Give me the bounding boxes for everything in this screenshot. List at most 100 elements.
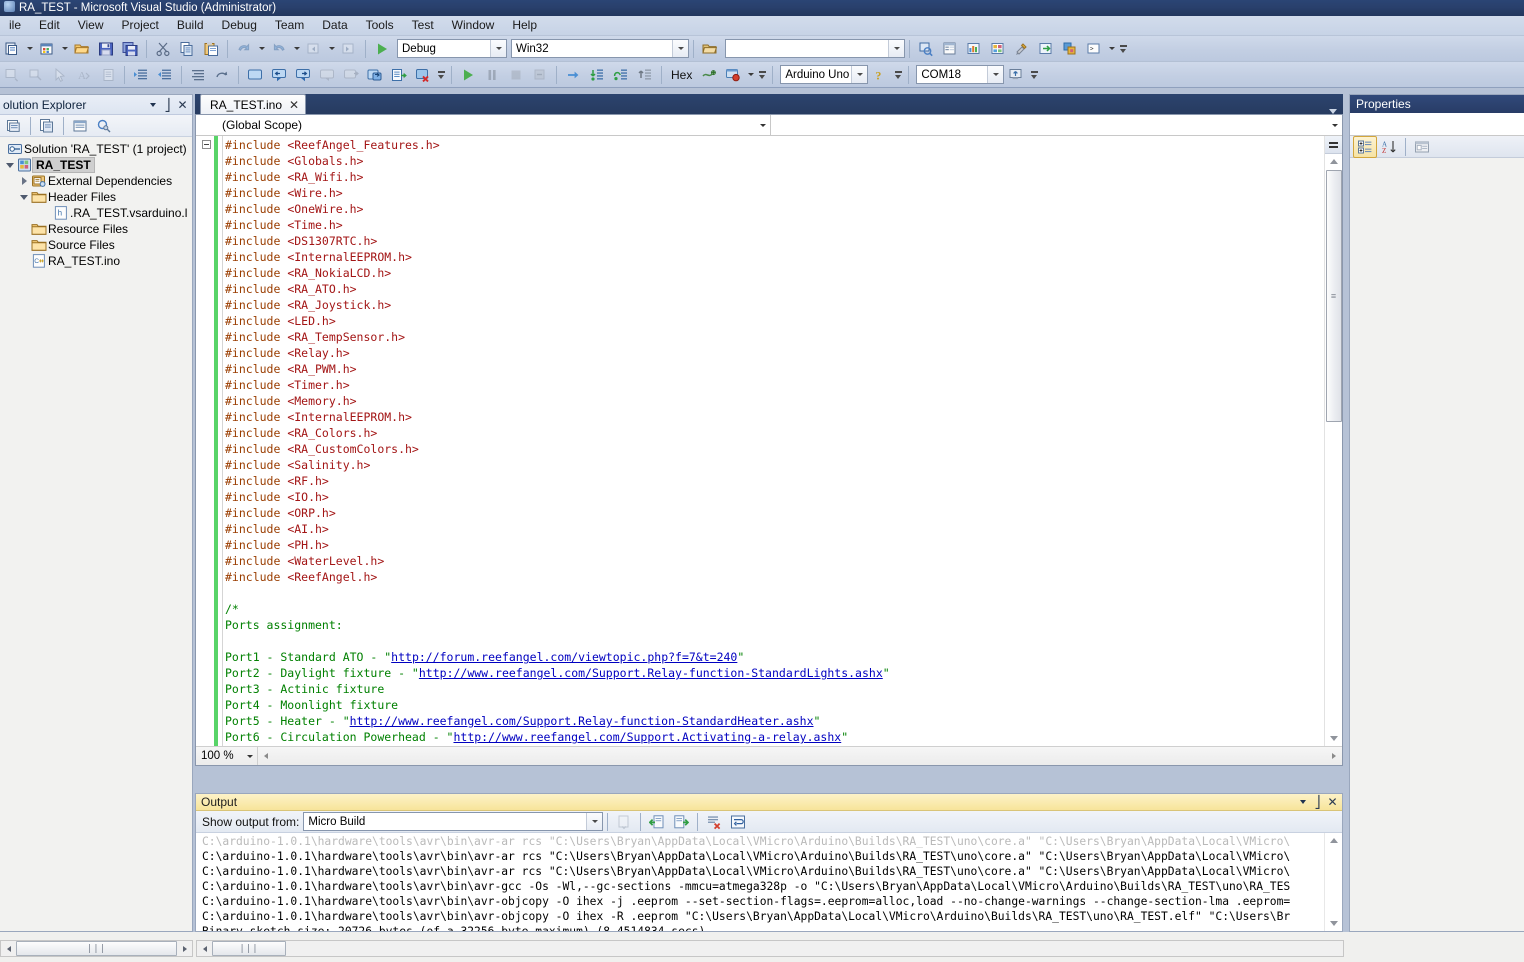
tooltip-left-icon[interactable] bbox=[267, 63, 291, 87]
step-over-icon[interactable] bbox=[609, 63, 633, 87]
board-combo[interactable]: Arduino Uno bbox=[780, 65, 868, 84]
code-token[interactable]: http://www.reefangel.com/Support.Activat… bbox=[453, 730, 841, 744]
step-out-icon[interactable] bbox=[633, 63, 657, 87]
scroll-thumb[interactable]: ||| bbox=[16, 941, 177, 956]
menu-data[interactable]: Data bbox=[313, 16, 356, 35]
chevron-down-icon[interactable] bbox=[1295, 794, 1310, 810]
expander-right-icon[interactable] bbox=[18, 174, 30, 188]
navigate-backward-dropdown-icon[interactable] bbox=[326, 39, 337, 59]
chevron-down-icon[interactable] bbox=[888, 40, 904, 57]
tooltip-gray-icon[interactable] bbox=[315, 63, 339, 87]
chevron-down-icon[interactable] bbox=[755, 124, 770, 127]
expander-down-icon[interactable] bbox=[4, 158, 16, 172]
menu-project[interactable]: Project bbox=[113, 16, 168, 35]
chevron-down-icon[interactable] bbox=[672, 40, 688, 57]
scope-combo[interactable]: (Global Scope) bbox=[196, 115, 771, 135]
editor-vertical-scrollbar[interactable]: ≡ bbox=[1324, 136, 1342, 746]
breakpoint-add-icon[interactable] bbox=[363, 63, 387, 87]
output-horizontal-scrollbar[interactable]: ||| bbox=[196, 940, 1344, 957]
breakpoint-window-icon[interactable] bbox=[721, 63, 745, 87]
alphabetical-icon[interactable]: AZ bbox=[1377, 136, 1401, 158]
code-surface[interactable]: #include <ReefAngel_Features.h>#include … bbox=[196, 136, 1342, 746]
toolbar-overflow-icon[interactable] bbox=[1117, 38, 1129, 60]
navigate-forward-icon[interactable] bbox=[337, 37, 361, 61]
open-file-icon[interactable] bbox=[70, 37, 94, 61]
code-token[interactable]: http://www.reefangel.com/Support.Relay-f… bbox=[350, 714, 814, 728]
tree-item-ra-test-ino[interactable]: C RA_TEST.ino bbox=[0, 253, 192, 269]
hex-label[interactable]: Hex bbox=[666, 68, 697, 82]
team-explorer-icon[interactable] bbox=[1058, 37, 1082, 61]
menu-window[interactable]: Window bbox=[443, 16, 504, 35]
new-project-icon[interactable] bbox=[0, 37, 24, 61]
command-window-icon[interactable]: > bbox=[1082, 37, 1106, 61]
object-browser-icon[interactable] bbox=[962, 37, 986, 61]
tree-item-project[interactable]: RA_TEST bbox=[0, 157, 192, 173]
collapse-icon[interactable] bbox=[0, 63, 24, 87]
find-message-icon[interactable] bbox=[612, 810, 636, 834]
member-combo[interactable] bbox=[771, 115, 1342, 135]
properties-icon[interactable] bbox=[2, 114, 26, 138]
menu-file[interactable]: ile bbox=[0, 16, 30, 35]
solution-explorer-icon[interactable] bbox=[1034, 37, 1058, 61]
pause-icon[interactable] bbox=[480, 63, 504, 87]
tree-item-solution[interactable]: Solution 'RA_TEST' (1 project) bbox=[0, 141, 192, 157]
code-token[interactable]: http://forum.reefangel.com/viewtopic.php… bbox=[391, 650, 737, 664]
toggle-word-wrap-icon[interactable] bbox=[726, 810, 750, 834]
list-icon[interactable] bbox=[96, 63, 120, 87]
add-new-item-icon[interactable] bbox=[35, 37, 59, 61]
select-icon[interactable] bbox=[24, 63, 48, 87]
properties-grid[interactable] bbox=[1350, 158, 1524, 931]
menu-debug[interactable]: Debug bbox=[213, 16, 266, 35]
scroll-thumb[interactable]: ||| bbox=[212, 941, 286, 956]
tooltip-export-icon[interactable] bbox=[339, 63, 363, 87]
comment-box-icon[interactable] bbox=[243, 63, 267, 87]
tools-options-icon[interactable] bbox=[1010, 37, 1034, 61]
restart-icon[interactable] bbox=[528, 63, 552, 87]
navigate-backward-icon[interactable] bbox=[302, 37, 326, 61]
tree-item-external-dependencies[interactable]: External Dependencies bbox=[0, 173, 192, 189]
toolbar-overflow-icon[interactable] bbox=[435, 64, 447, 86]
scroll-left-icon[interactable] bbox=[1, 941, 16, 956]
undo-arrow-icon[interactable] bbox=[210, 63, 234, 87]
tree-item-source-files[interactable]: Source Files bbox=[0, 237, 192, 253]
close-icon[interactable]: ✕ bbox=[175, 97, 190, 113]
editor-gutter[interactable] bbox=[196, 136, 222, 746]
menu-test[interactable]: Test bbox=[403, 16, 443, 35]
align-icon[interactable] bbox=[186, 63, 210, 87]
split-view-button[interactable] bbox=[1325, 136, 1342, 154]
chevron-down-icon[interactable] bbox=[1327, 124, 1342, 127]
collapse-region-icon[interactable] bbox=[202, 140, 211, 149]
platform-combo[interactable]: Win32 bbox=[511, 39, 689, 58]
outdent-icon[interactable] bbox=[153, 63, 177, 87]
tree-item-header-files[interactable]: Header Files bbox=[0, 189, 192, 205]
cut-icon[interactable] bbox=[151, 37, 175, 61]
scroll-right-icon[interactable] bbox=[1326, 747, 1342, 765]
menu-view[interactable]: View bbox=[69, 16, 113, 35]
refresh-icon[interactable] bbox=[92, 114, 116, 138]
tooltip-right-icon[interactable] bbox=[291, 63, 315, 87]
stop-icon[interactable] bbox=[504, 63, 528, 87]
threads-icon[interactable] bbox=[697, 63, 721, 87]
zoom-combo[interactable]: 100 % bbox=[196, 747, 258, 765]
scroll-up-icon[interactable] bbox=[1325, 833, 1342, 848]
menu-tools[interactable]: Tools bbox=[357, 16, 403, 35]
scroll-left-icon[interactable] bbox=[197, 941, 212, 956]
help-question-icon[interactable]: ? bbox=[868, 63, 892, 87]
property-pages-icon[interactable] bbox=[1410, 136, 1434, 158]
pin-icon[interactable]: ⎦ bbox=[1310, 794, 1325, 810]
show-next-statement-icon[interactable] bbox=[561, 63, 585, 87]
save-icon[interactable] bbox=[94, 37, 118, 61]
menu-team[interactable]: Team bbox=[266, 16, 313, 35]
configuration-combo[interactable]: Debug bbox=[397, 39, 507, 58]
scroll-right-icon[interactable] bbox=[177, 941, 192, 956]
port-combo[interactable]: COM18 bbox=[916, 65, 1004, 84]
new-project-dropdown-icon[interactable] bbox=[24, 39, 35, 59]
breakpoint-list-icon[interactable] bbox=[387, 63, 411, 87]
output-vertical-scrollbar[interactable] bbox=[1324, 833, 1342, 931]
font-icon[interactable]: A bbox=[72, 63, 96, 87]
pin-icon[interactable]: ⎦ bbox=[160, 97, 175, 113]
toolbar-overflow-icon[interactable] bbox=[756, 64, 768, 86]
chevron-down-icon[interactable] bbox=[247, 755, 253, 758]
output-body[interactable]: C:\arduino-1.0.1\hardware\tools\avr\bin\… bbox=[196, 833, 1342, 931]
breakpoint-delete-icon[interactable] bbox=[411, 63, 435, 87]
